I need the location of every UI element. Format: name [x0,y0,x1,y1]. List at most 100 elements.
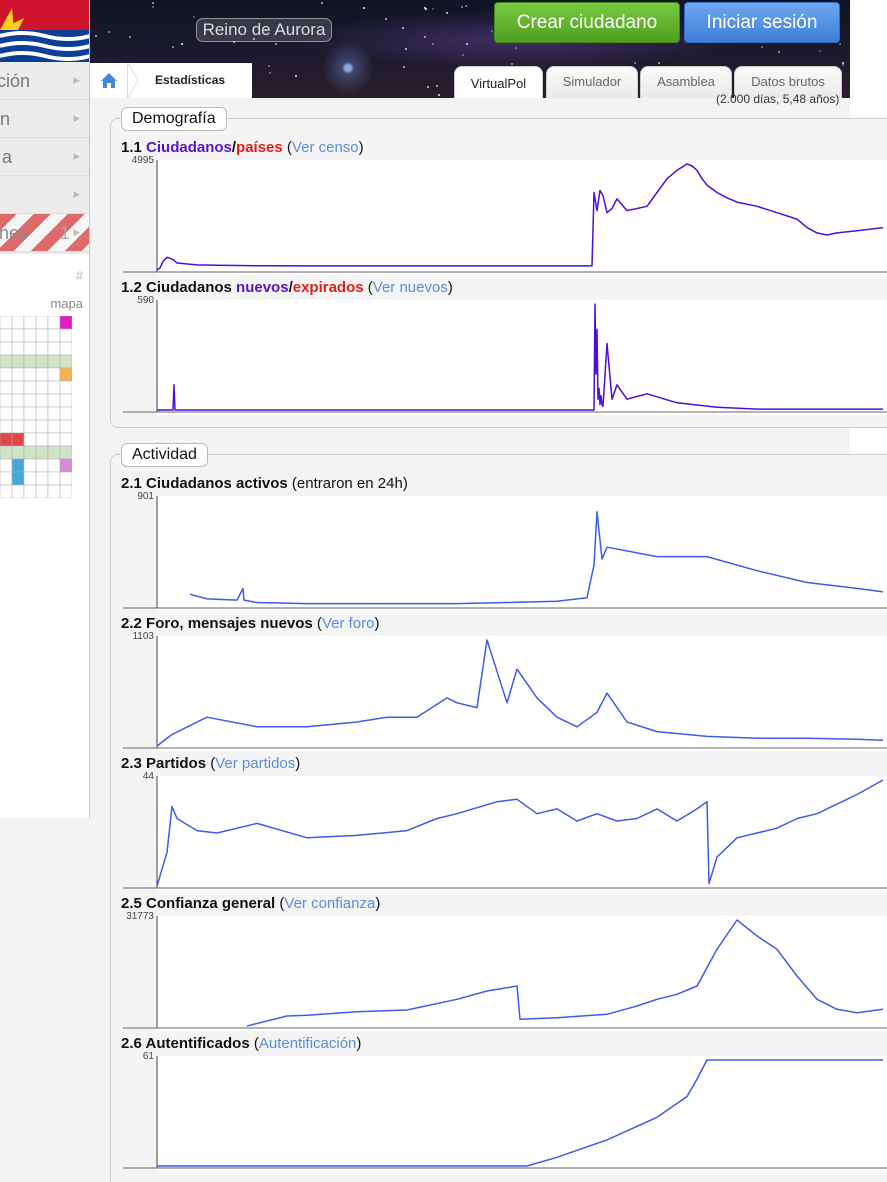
map-cell[interactable] [59,316,72,330]
map-cell[interactable] [59,328,72,343]
map-cell[interactable] [35,484,49,498]
site-name[interactable]: Reino de Aurora [196,18,332,42]
map-cell[interactable] [59,380,72,395]
map-cell[interactable] [35,354,49,369]
map-cell[interactable] [47,367,61,382]
map-cell[interactable] [35,393,49,408]
map-cell[interactable] [47,393,61,408]
map-cell[interactable] [47,341,61,356]
map-cell[interactable] [0,328,13,343]
map-cell[interactable] [11,406,25,421]
map-cell[interactable] [23,419,37,434]
map-cell[interactable] [59,341,72,356]
hash-link[interactable]: # [76,268,83,283]
map-cell[interactable] [23,393,37,408]
login-button[interactable]: Iniciar sesión [684,2,840,43]
map-cell[interactable] [59,471,72,486]
tab-simulador[interactable]: Simulador [546,66,638,98]
map-cell[interactable] [47,432,61,447]
map-cell[interactable] [11,445,25,460]
map-cell[interactable] [23,445,37,460]
map-cell[interactable] [11,341,25,356]
sidebar-item-5[interactable]: nes 1 ▸ [0,214,89,252]
map-cell[interactable] [59,432,72,447]
map-cell[interactable] [35,471,49,486]
ver-nuevos-link[interactable]: Ver nuevos [373,279,448,296]
map-cell[interactable] [23,471,37,486]
map-cell[interactable] [47,484,61,498]
map-cell[interactable] [11,471,25,486]
map-cell[interactable] [0,406,13,421]
map-cell[interactable] [47,445,61,460]
map-cell[interactable] [0,367,13,382]
map-cell[interactable] [35,328,49,343]
map-cell[interactable] [35,380,49,395]
map-cell[interactable] [59,458,72,473]
map-cell[interactable] [11,419,25,434]
map-cell[interactable] [59,419,72,434]
map-cell[interactable] [11,458,25,473]
map-cell[interactable] [0,380,13,395]
map-cell[interactable] [23,484,37,498]
map-cell[interactable] [35,419,49,434]
home-button[interactable] [90,63,128,98]
map-cell[interactable] [47,419,61,434]
map-cell[interactable] [0,432,13,447]
ver-partidos-link[interactable]: Ver partidos [215,755,295,772]
map-cell[interactable] [47,458,61,473]
map-cell[interactable] [0,393,13,408]
map-cell[interactable] [0,419,13,434]
map-cell[interactable] [47,354,61,369]
map-cell[interactable] [47,406,61,421]
map-cell[interactable] [23,432,37,447]
sidebar-item-2[interactable]: n ▸ [0,100,89,138]
map-cell[interactable] [35,341,49,356]
map-cell[interactable] [0,484,13,498]
sidebar-item-3[interactable]: a ▸ [0,138,89,176]
map-cell[interactable] [47,316,61,330]
map-cell[interactable] [0,354,13,369]
autentificacion-link[interactable]: Autentificación [259,1035,357,1052]
create-citizen-button[interactable]: Crear ciudadano [494,2,680,43]
map-cell[interactable] [11,380,25,395]
map-cell[interactable] [59,393,72,408]
map-grid[interactable] [0,316,72,498]
map-cell[interactable] [0,458,13,473]
map-cell[interactable] [23,458,37,473]
ver-censo-link[interactable]: Ver censo [292,139,359,156]
map-cell[interactable] [35,432,49,447]
map-cell[interactable] [35,406,49,421]
map-cell[interactable] [59,484,72,498]
map-cell[interactable] [0,471,13,486]
map-cell[interactable] [35,458,49,473]
sidebar-item-4[interactable]: ▸ [0,176,89,214]
map-cell[interactable] [23,380,37,395]
map-cell[interactable] [0,341,13,356]
tab-virtualpol[interactable]: VirtualPol [454,66,543,98]
map-cell[interactable] [11,432,25,447]
map-cell[interactable] [47,380,61,395]
map-cell[interactable] [23,354,37,369]
ver-foro-link[interactable]: Ver foro [322,615,375,632]
map-cell[interactable] [0,445,13,460]
map-cell[interactable] [11,328,25,343]
sidebar-item-1[interactable]: ción ▸ [0,62,89,100]
map-cell[interactable] [11,484,25,498]
map-cell[interactable] [59,354,72,369]
map-cell[interactable] [11,393,25,408]
map-cell[interactable] [59,406,72,421]
map-cell[interactable] [23,406,37,421]
map-cell[interactable] [59,445,72,460]
map-cell[interactable] [23,341,37,356]
map-cell[interactable] [35,367,49,382]
map-cell[interactable] [23,316,37,330]
map-cell[interactable] [35,445,49,460]
map-cell[interactable] [47,471,61,486]
map-cell[interactable] [11,354,25,369]
map-cell[interactable] [11,316,25,330]
map-cell[interactable] [23,367,37,382]
map-cell[interactable] [59,367,72,382]
map-cell[interactable] [0,316,13,330]
breadcrumb[interactable]: Estadísticas [128,63,252,98]
ver-confianza-link[interactable]: Ver confianza [284,895,375,912]
